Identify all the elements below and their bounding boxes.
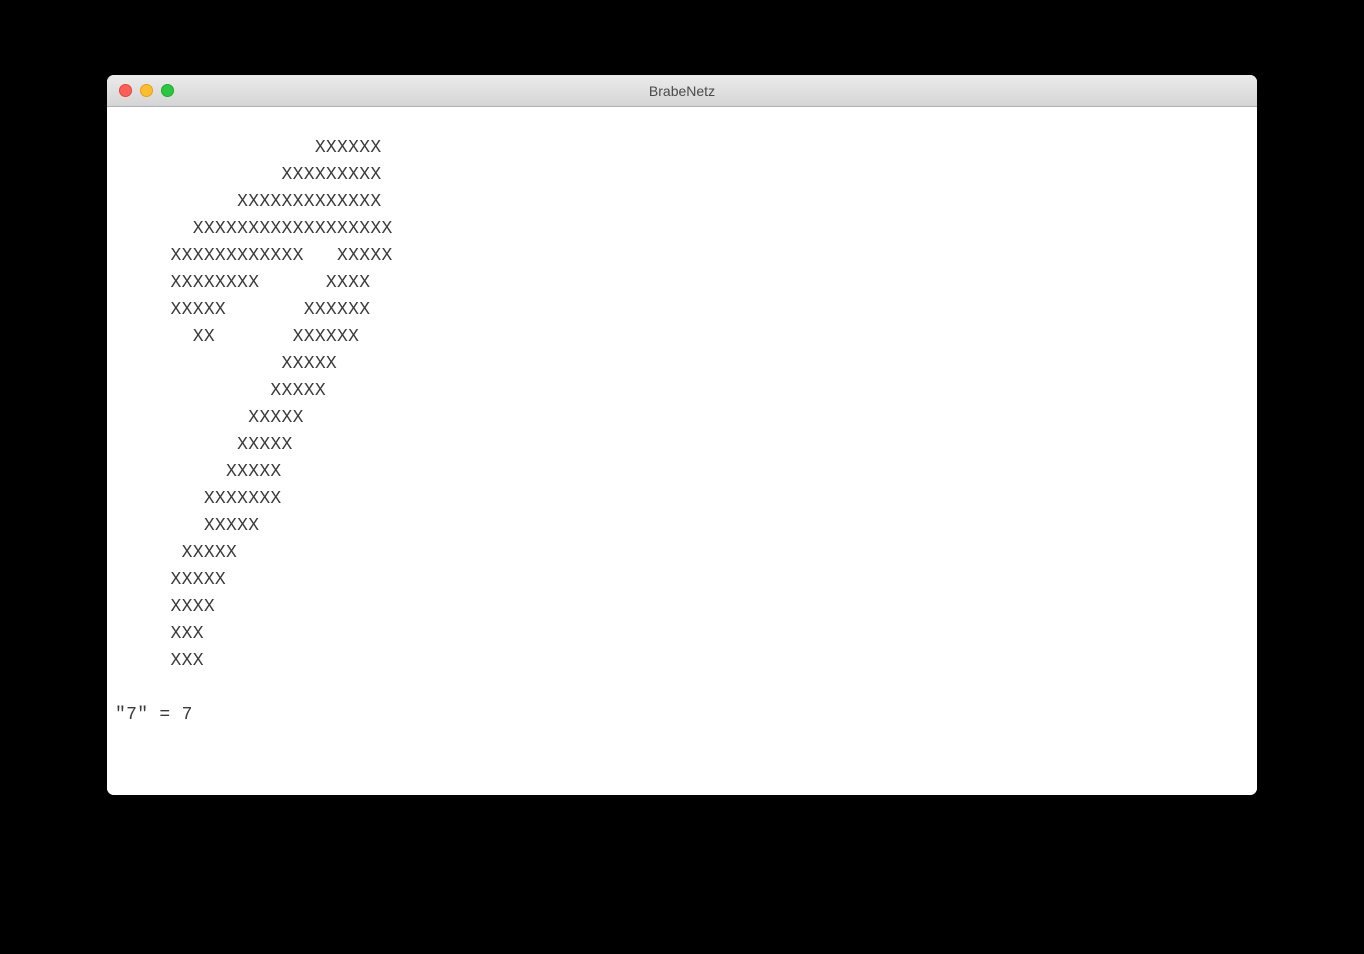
traffic-lights xyxy=(107,84,174,97)
window-content: XXXXXX XXXXXXXXX XXXXXXXXXXXXX XXXXXXXXX… xyxy=(107,107,1257,795)
zoom-button[interactable] xyxy=(161,84,174,97)
minimize-button[interactable] xyxy=(140,84,153,97)
app-window: BrabeNetz XXXXXX XXXXXXXXX XXXXXXXXXXXXX… xyxy=(107,75,1257,795)
titlebar[interactable]: BrabeNetz xyxy=(107,75,1257,107)
close-button[interactable] xyxy=(119,84,132,97)
window-title: BrabeNetz xyxy=(107,83,1257,99)
terminal-output: XXXXXX XXXXXXXXX XXXXXXXXXXXXX XXXXXXXXX… xyxy=(115,135,1249,729)
